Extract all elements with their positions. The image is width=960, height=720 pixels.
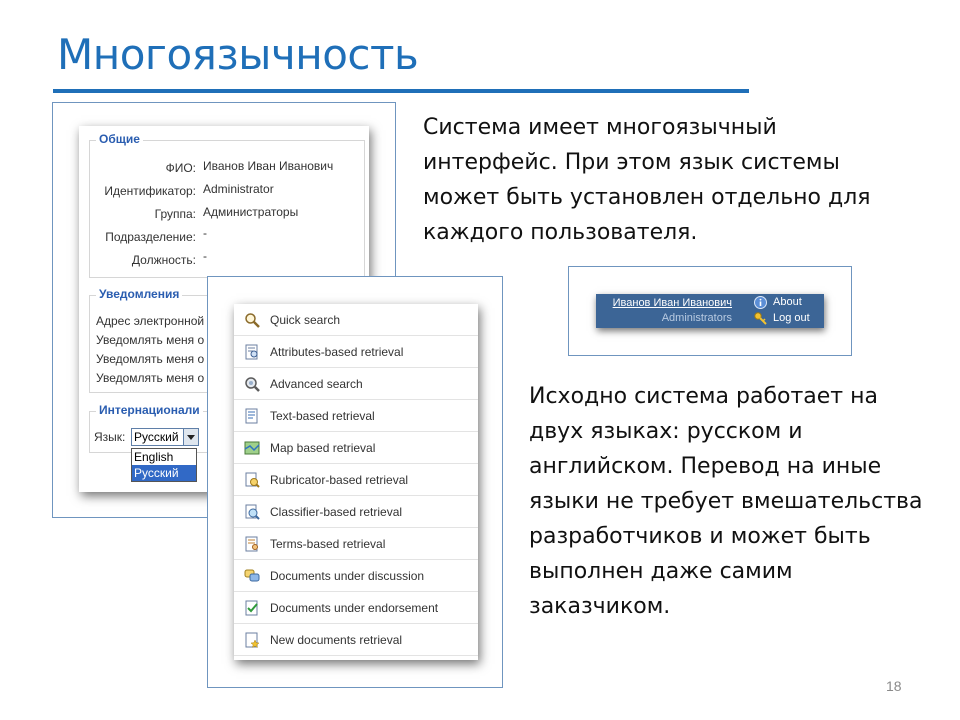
menu-item-quick-search[interactable]: Quick search bbox=[234, 304, 478, 336]
menu-item-label: Quick search bbox=[270, 313, 341, 327]
menu-item-attributes-based[interactable]: Attributes-based retrieval bbox=[234, 336, 478, 368]
notifications-legend: Уведомления bbox=[96, 287, 183, 301]
new-document-icon bbox=[245, 632, 260, 648]
menu-item-label: Rubricator-based retrieval bbox=[270, 473, 409, 487]
document-search-icon bbox=[245, 344, 258, 360]
map-icon bbox=[244, 441, 260, 455]
slide-title: Многоязычность bbox=[57, 30, 419, 79]
user-name-link[interactable]: Иванов Иван Иванович bbox=[613, 297, 732, 309]
user-bar: Иванов Иван Иванович Administrators Abou… bbox=[596, 294, 824, 328]
terms-icon bbox=[245, 536, 258, 552]
general-legend: Общие bbox=[96, 132, 143, 146]
menu-item-label: Documents under discussion bbox=[270, 569, 425, 583]
i18n-legend: Интернационали bbox=[96, 403, 203, 417]
menu-item-terms-based[interactable]: Terms-based retrieval bbox=[234, 528, 478, 560]
endorsement-icon bbox=[245, 600, 258, 616]
notification-line: Уведомлять меня о bbox=[96, 371, 205, 385]
field-value: - bbox=[203, 226, 207, 240]
discussion-icon bbox=[244, 569, 260, 582]
field-value: Администраторы bbox=[203, 205, 299, 219]
title-underline bbox=[53, 89, 749, 93]
language-option-english[interactable]: English bbox=[132, 449, 196, 465]
key-icon bbox=[754, 312, 767, 325]
menu-item-advanced-search[interactable]: Advanced search bbox=[234, 368, 478, 400]
field-label: Идентификатор: bbox=[104, 184, 196, 198]
menu-item-classifier-based[interactable]: Classifier-based retrieval bbox=[234, 496, 478, 528]
field-value: Иванов Иван Иванович bbox=[203, 159, 334, 173]
notification-line: Адрес электронной bbox=[96, 314, 205, 328]
languages-paragraph: Исходно система работает на двух языках:… bbox=[529, 384, 923, 619]
language-option-russian[interactable]: Русский bbox=[132, 465, 196, 481]
about-link[interactable]: About bbox=[773, 296, 802, 308]
menu-item-label: Attributes-based retrieval bbox=[270, 345, 404, 359]
field-label: Подразделение: bbox=[105, 230, 196, 244]
logout-link[interactable]: Log out bbox=[773, 312, 810, 324]
menu-item-label: Advanced search bbox=[270, 377, 363, 391]
notification-line: Уведомлять меня о bbox=[96, 352, 205, 366]
general-fieldset: Общие ФИО: Иванов Иван Иванович Идентифи… bbox=[89, 132, 365, 278]
magnifier-icon bbox=[245, 313, 260, 328]
text-document-icon bbox=[245, 408, 258, 424]
language-select[interactable]: Русский bbox=[131, 428, 199, 446]
page-number: 18 bbox=[886, 678, 902, 694]
language-select-value: Русский bbox=[134, 430, 179, 444]
advanced-search-icon bbox=[245, 377, 260, 392]
field-label: ФИО: bbox=[165, 161, 196, 175]
menu-item-label: New documents retrieval bbox=[270, 633, 403, 647]
menu-item-map-based[interactable]: Map based retrieval bbox=[234, 432, 478, 464]
rubricator-icon bbox=[245, 472, 260, 488]
chevron-down-icon[interactable] bbox=[183, 429, 198, 445]
user-role: Administrators bbox=[661, 312, 732, 324]
notification-line: Уведомлять меня о bbox=[96, 333, 205, 347]
menu-item-text-based[interactable]: Text-based retrieval bbox=[234, 400, 478, 432]
classifier-icon bbox=[245, 504, 260, 520]
language-dropdown: English Русский bbox=[131, 448, 197, 482]
field-value: Administrator bbox=[203, 182, 274, 196]
menu-item-new-documents[interactable]: New documents retrieval bbox=[234, 624, 478, 656]
menu-item-label: Terms-based retrieval bbox=[270, 537, 386, 551]
menu-item-documents-under-discussion[interactable]: Documents under discussion bbox=[234, 560, 478, 592]
menu-item-label: Text-based retrieval bbox=[270, 409, 375, 423]
language-label: Язык: bbox=[94, 430, 126, 444]
menu-item-label: Documents under endorsement bbox=[270, 601, 439, 615]
field-value: - bbox=[203, 249, 207, 263]
field-label: Должность: bbox=[131, 253, 196, 267]
intro-paragraph: Система имеет многоязычный интерфейс. Пр… bbox=[423, 115, 871, 245]
info-icon bbox=[754, 296, 767, 309]
menu-item-label: Classifier-based retrieval bbox=[270, 505, 403, 519]
search-menu: Quick search Attributes-based retrieval … bbox=[234, 304, 478, 660]
menu-item-rubricator-based[interactable]: Rubricator-based retrieval bbox=[234, 464, 478, 496]
menu-item-label: Map based retrieval bbox=[270, 441, 376, 455]
field-label: Группа: bbox=[154, 207, 196, 221]
menu-item-documents-under-endorsement[interactable]: Documents under endorsement bbox=[234, 592, 478, 624]
